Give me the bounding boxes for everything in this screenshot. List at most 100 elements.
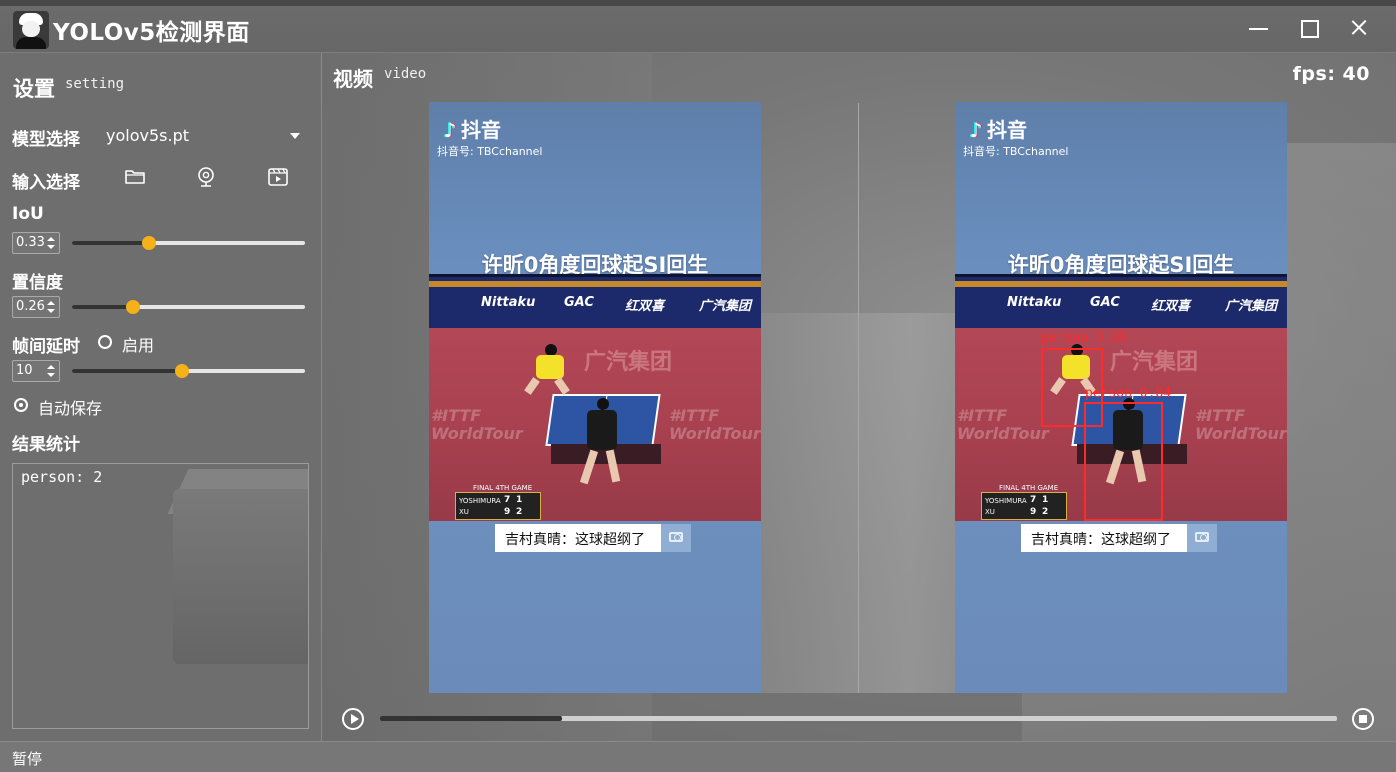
spin-up-icon[interactable] — [47, 365, 55, 369]
maximize-icon[interactable] — [1299, 16, 1321, 38]
frame-delay-enable-radio[interactable] — [98, 335, 112, 349]
scoreboard-set: 2 — [1042, 507, 1049, 517]
spin-down-icon[interactable] — [47, 245, 55, 249]
minimize-icon[interactable] — [1248, 16, 1270, 38]
frame-delay-enable-label: 启用 — [122, 336, 155, 355]
video-area: 视频 video fps: 40 ♪ 抖音 抖音号: TBCchannel 许昕0… — [322, 53, 1396, 741]
tiktok-account: 抖音号: TBCchannel — [963, 145, 1069, 158]
close-icon[interactable] — [1348, 16, 1370, 38]
scoreboard-game: 9 — [1030, 507, 1037, 517]
iou-value: 0.33 — [16, 235, 45, 250]
window-title: YOLOv5检测界面 — [53, 20, 250, 46]
confidence-value: 0.26 — [16, 299, 45, 314]
slider-handle[interactable] — [174, 364, 189, 378]
stop-icon[interactable] — [1352, 708, 1374, 730]
court-logo-text: 广汽集团 — [1110, 350, 1199, 375]
panel-divider — [858, 103, 859, 693]
scoreboard-set: 1 — [1042, 495, 1049, 505]
tiktok-logo: ♪ 抖音 — [439, 114, 501, 143]
scoreboard-game: 7 — [504, 495, 511, 505]
video-progress-slider[interactable] — [380, 716, 1337, 721]
sponsor-dhs: 红双喜 — [1151, 299, 1191, 314]
sponsor-gac: GAC — [1090, 295, 1120, 310]
scoreboard-name: YOSHIMURA — [985, 497, 1027, 505]
iou-label: IoU — [12, 204, 44, 224]
scoreboard: YOSHIMURA 7 1 XU 9 2 — [981, 492, 1067, 520]
spin-up-icon[interactable] — [47, 301, 55, 305]
settings-subtitle: setting — [65, 76, 125, 92]
fps-readout: fps: 40 — [1292, 63, 1370, 85]
video-subtitle: video — [384, 66, 427, 82]
scoreboard-game: 9 — [504, 507, 511, 517]
court-logo-text: 广汽集团 — [584, 350, 673, 375]
tiktok-app-name: 抖音 — [461, 118, 501, 142]
title-bar: YOLOv5检测界面 — [0, 0, 1396, 53]
iou-slider[interactable] — [72, 235, 305, 251]
model-select-dropdown[interactable]: yolov5s.pt — [96, 123, 308, 149]
tiktok-note-icon: ♪ — [969, 118, 983, 142]
input-select-label: 输入选择 — [12, 173, 80, 193]
tiktok-note-icon: ♪ — [443, 118, 457, 142]
tiktok-app-name: 抖音 — [987, 118, 1027, 142]
status-bar: 暂停 — [0, 741, 1396, 772]
sponsor-nittaku: Nittaku — [481, 295, 536, 310]
confidence-slider[interactable] — [72, 299, 305, 315]
video-subtitle-bar: 吉村真晴：这球超纲了 — [495, 524, 661, 552]
progress-fill — [380, 716, 562, 721]
sponsor-dhs: 红双喜 — [625, 299, 665, 314]
detection-label: person 0.84 — [1085, 386, 1172, 401]
sponsor-banner: Nittaku GAC 红双喜 广汽集团 — [429, 274, 761, 328]
spin-down-icon[interactable] — [47, 309, 55, 313]
camera-icon — [1187, 524, 1217, 552]
scoreboard: YOSHIMURA 7 1 XU 9 2 — [455, 492, 541, 520]
settings-panel: 设置 setting 模型选择 yolov5s.pt 输入选择 IoU 0.33… — [0, 53, 322, 741]
video-subtitle-bar: 吉村真晴：这球超纲了 — [1021, 524, 1187, 552]
iou-spinbox[interactable]: 0.33 — [12, 232, 60, 254]
confidence-label: 置信度 — [12, 273, 63, 293]
scoreboard-set: 1 — [516, 495, 523, 505]
scoreboard-header: FINAL 4TH GAME — [473, 484, 533, 492]
scoreboard-game: 7 — [1030, 495, 1037, 505]
webcam-icon[interactable] — [193, 164, 219, 190]
slider-handle[interactable] — [141, 236, 156, 250]
app-logo-avatar — [13, 11, 49, 49]
app-window: YOLOv5检测界面 设置 setting 模型选择 yolov5s.pt 输入… — [0, 0, 1396, 772]
original-video-frame: ♪ 抖音 抖音号: TBCchannel 许昕0角度回球起SI回生 Nittaku… — [429, 102, 761, 693]
folder-icon[interactable] — [122, 164, 148, 190]
tiktok-account: 抖音号: TBCchannel — [437, 145, 543, 158]
auto-save-radio[interactable] — [14, 398, 28, 412]
detection-video-frame: ♪ 抖音 抖音号: TBCchannel 许昕0角度回球起SI回生 Nittaku… — [955, 102, 1287, 693]
camera-icon — [661, 524, 691, 552]
spin-down-icon[interactable] — [47, 373, 55, 377]
slider-handle[interactable] — [125, 300, 140, 314]
chevron-down-icon — [290, 133, 300, 139]
play-icon[interactable] — [342, 708, 364, 730]
scoreboard-name: YOSHIMURA — [459, 497, 501, 505]
results-textbox[interactable]: person: 2 — [12, 463, 309, 729]
frame-delay-slider[interactable] — [72, 363, 305, 379]
model-select-value: yolov5s.pt — [106, 126, 189, 145]
sponsor-banner: Nittaku GAC 红双喜 广汽集团 — [955, 274, 1287, 328]
court-worldtour-text: WorldTour — [957, 424, 1049, 443]
video-title: 视频 — [333, 67, 373, 91]
frame-delay-value: 10 — [16, 363, 33, 378]
court-worldtour-text-right: WorldTour — [1195, 424, 1287, 443]
confidence-spinbox[interactable]: 0.26 — [12, 296, 60, 318]
court-worldtour-text: WorldTour — [431, 424, 523, 443]
results-label: 结果统计 — [12, 435, 80, 455]
sponsor-gac-group: 广汽集团 — [1225, 299, 1278, 314]
spin-up-icon[interactable] — [47, 237, 55, 241]
court-worldtour-text-right: WorldTour — [669, 424, 761, 443]
sponsor-gac: GAC — [564, 295, 594, 310]
sponsor-nittaku: Nittaku — [1007, 295, 1062, 310]
status-text: 暂停 — [12, 750, 43, 768]
auto-save-label: 自动保存 — [38, 399, 103, 418]
scoreboard-name: XU — [985, 508, 995, 516]
frame-delay-spinbox[interactable]: 10 — [12, 360, 60, 382]
scoreboard-header: FINAL 4TH GAME — [999, 484, 1059, 492]
results-text: person: 2 — [21, 468, 103, 486]
table-tennis-court: Nittaku GAC 红双喜 广汽集团 广汽集团 #ITTF WorldTou… — [429, 274, 761, 521]
model-select-label: 模型选择 — [12, 130, 80, 150]
video-file-icon[interactable] — [265, 164, 291, 190]
detection-box — [1084, 402, 1163, 521]
